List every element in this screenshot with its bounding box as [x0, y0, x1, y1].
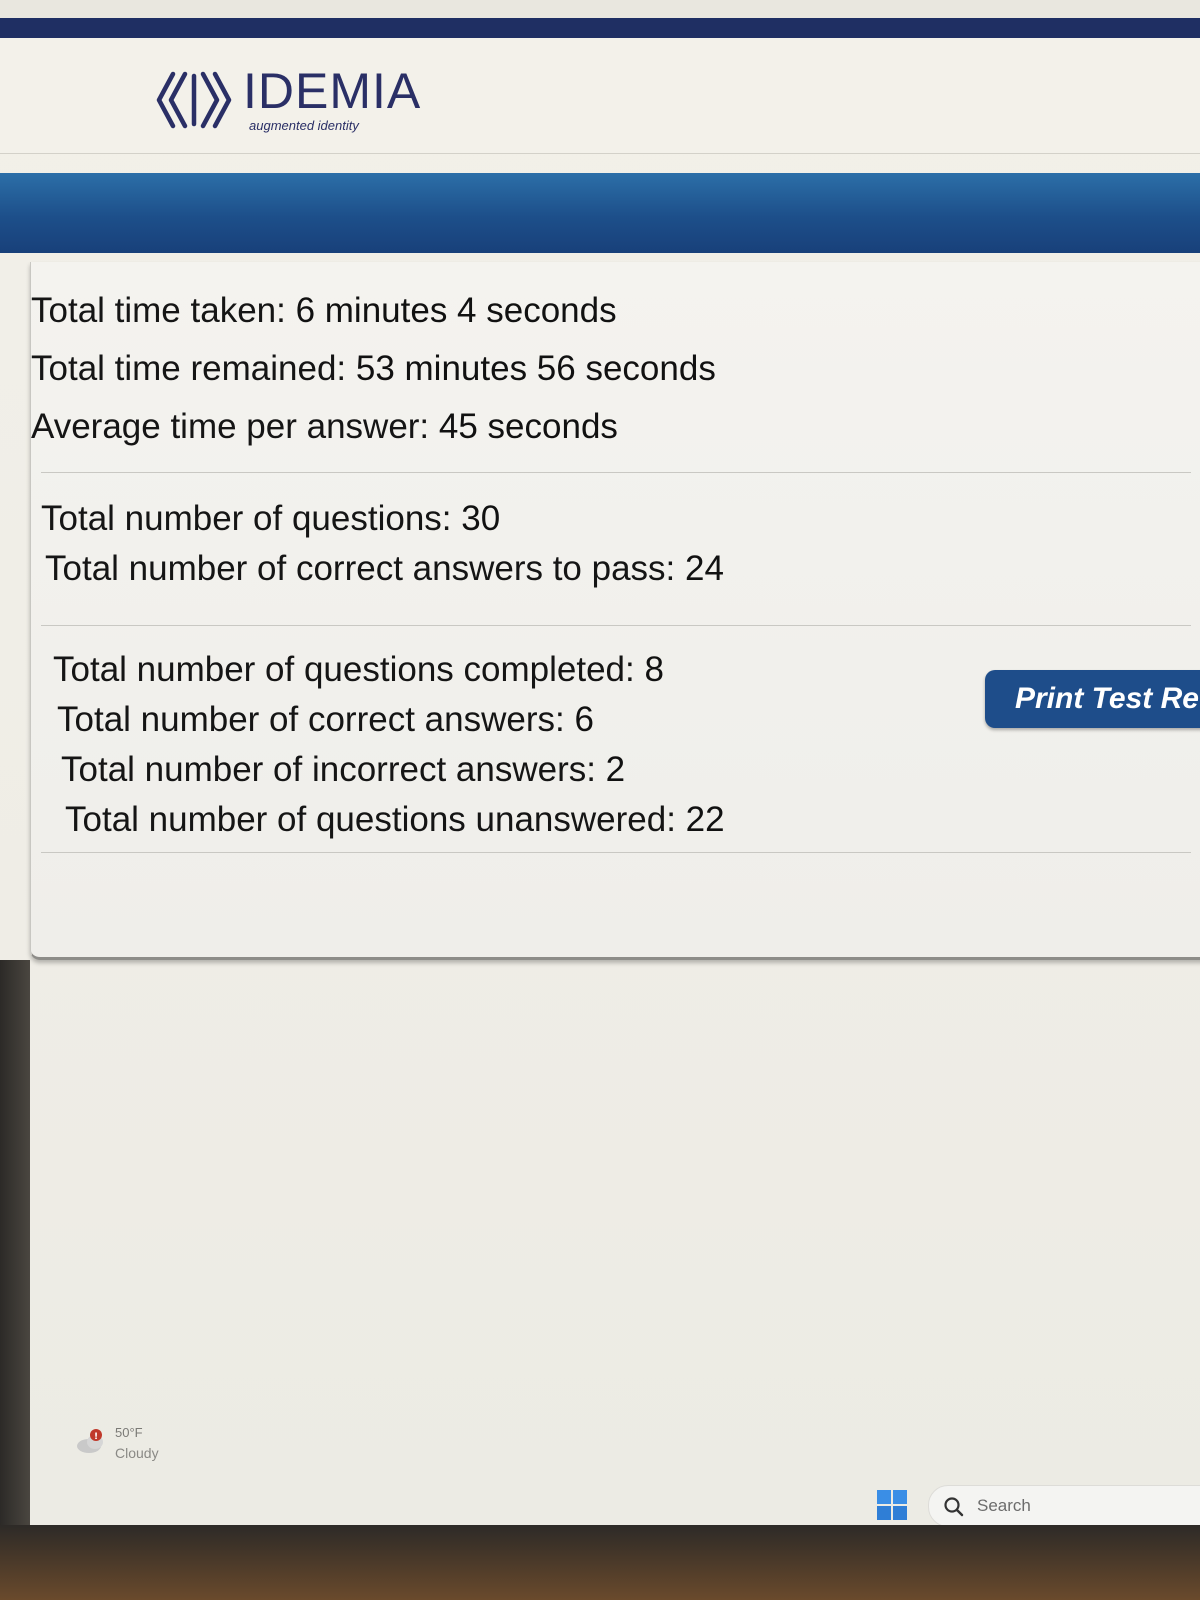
idemia-brackets-icon — [155, 68, 233, 132]
weather-cloud-icon: ! — [75, 1429, 109, 1460]
result-label: Total number of correct answers: — [57, 700, 575, 739]
brand-tagline: augmented identity — [249, 118, 359, 133]
result-value: 2 — [605, 750, 626, 789]
requirements-summary: Total number of questions: 30 Total numb… — [31, 494, 1200, 594]
browser-screen: IDEMIA augmented identity Total time tak… — [0, 0, 1200, 1525]
result-label: Average time per answer: — [31, 407, 439, 446]
search-placeholder: Search — [977, 1496, 1031, 1515]
result-row-average-time: Average time per answer: 45 seconds — [31, 398, 1191, 456]
result-label: Total number of questions completed: — [53, 650, 645, 689]
result-row-time-taken: Total time taken: 6 minutes 4 seconds — [31, 282, 1191, 340]
result-label: Total number of incorrect answers: — [61, 750, 606, 789]
window-top-strip — [0, 0, 1200, 18]
section-divider — [41, 625, 1191, 626]
result-value: 8 — [644, 650, 664, 689]
weather-temperature: 50°F — [115, 1425, 143, 1440]
svg-text:!: ! — [94, 1432, 98, 1442]
result-value: 6 minutes 4 seconds — [295, 291, 617, 330]
taskbar-weather-widget[interactable]: ! 50°F Cloudy — [75, 1425, 235, 1470]
result-row-incorrect-answers: Total number of incorrect answers: 2 — [53, 745, 1200, 795]
test-results-panel: Total time taken: 6 minutes 4 seconds To… — [30, 262, 1200, 960]
timing-summary: Total time taken: 6 minutes 4 seconds To… — [31, 282, 1191, 456]
result-value: 22 — [685, 800, 725, 839]
monitor-bezel-left — [0, 960, 30, 1600]
result-label: Total time remained: — [31, 349, 356, 388]
result-row-questions-unanswered: Total number of questions unanswered: 22 — [53, 795, 1200, 845]
result-value: 53 minutes 56 seconds — [355, 349, 716, 388]
result-row-time-remained: Total time remained: 53 minutes 56 secon… — [31, 340, 1191, 398]
monitor-bezel-bottom — [0, 1525, 1200, 1600]
header-logo-area: IDEMIA augmented identity — [0, 38, 1200, 154]
print-test-results-button[interactable]: Print Test Re — [985, 670, 1200, 728]
result-label: Total number of questions unanswered: — [65, 800, 686, 839]
brand-name: IDEMIA — [243, 63, 422, 119]
windows-start-icon[interactable] — [877, 1490, 907, 1525]
result-row-pass-threshold: Total number of correct answers to pass:… — [41, 544, 1200, 594]
section-divider — [41, 852, 1191, 853]
result-label: Total number of questions: — [41, 499, 462, 538]
idemia-logo[interactable]: IDEMIA augmented identity — [155, 66, 421, 133]
result-value: 45 seconds — [438, 407, 618, 446]
result-label: Total number of correct answers to pass: — [45, 549, 685, 588]
result-value: 30 — [461, 499, 501, 538]
result-row-total-questions: Total number of questions: 30 — [41, 494, 1200, 544]
result-label: Total time taken: — [31, 291, 296, 330]
taskbar-search-box[interactable]: Search — [928, 1485, 1200, 1525]
search-icon — [943, 1496, 965, 1523]
result-value: 24 — [685, 549, 724, 588]
result-value: 6 — [574, 700, 594, 739]
page-header-band — [0, 173, 1200, 253]
header-navy-bar — [0, 18, 1200, 38]
weather-condition: Cloudy — [115, 1445, 159, 1461]
section-divider — [41, 472, 1191, 473]
